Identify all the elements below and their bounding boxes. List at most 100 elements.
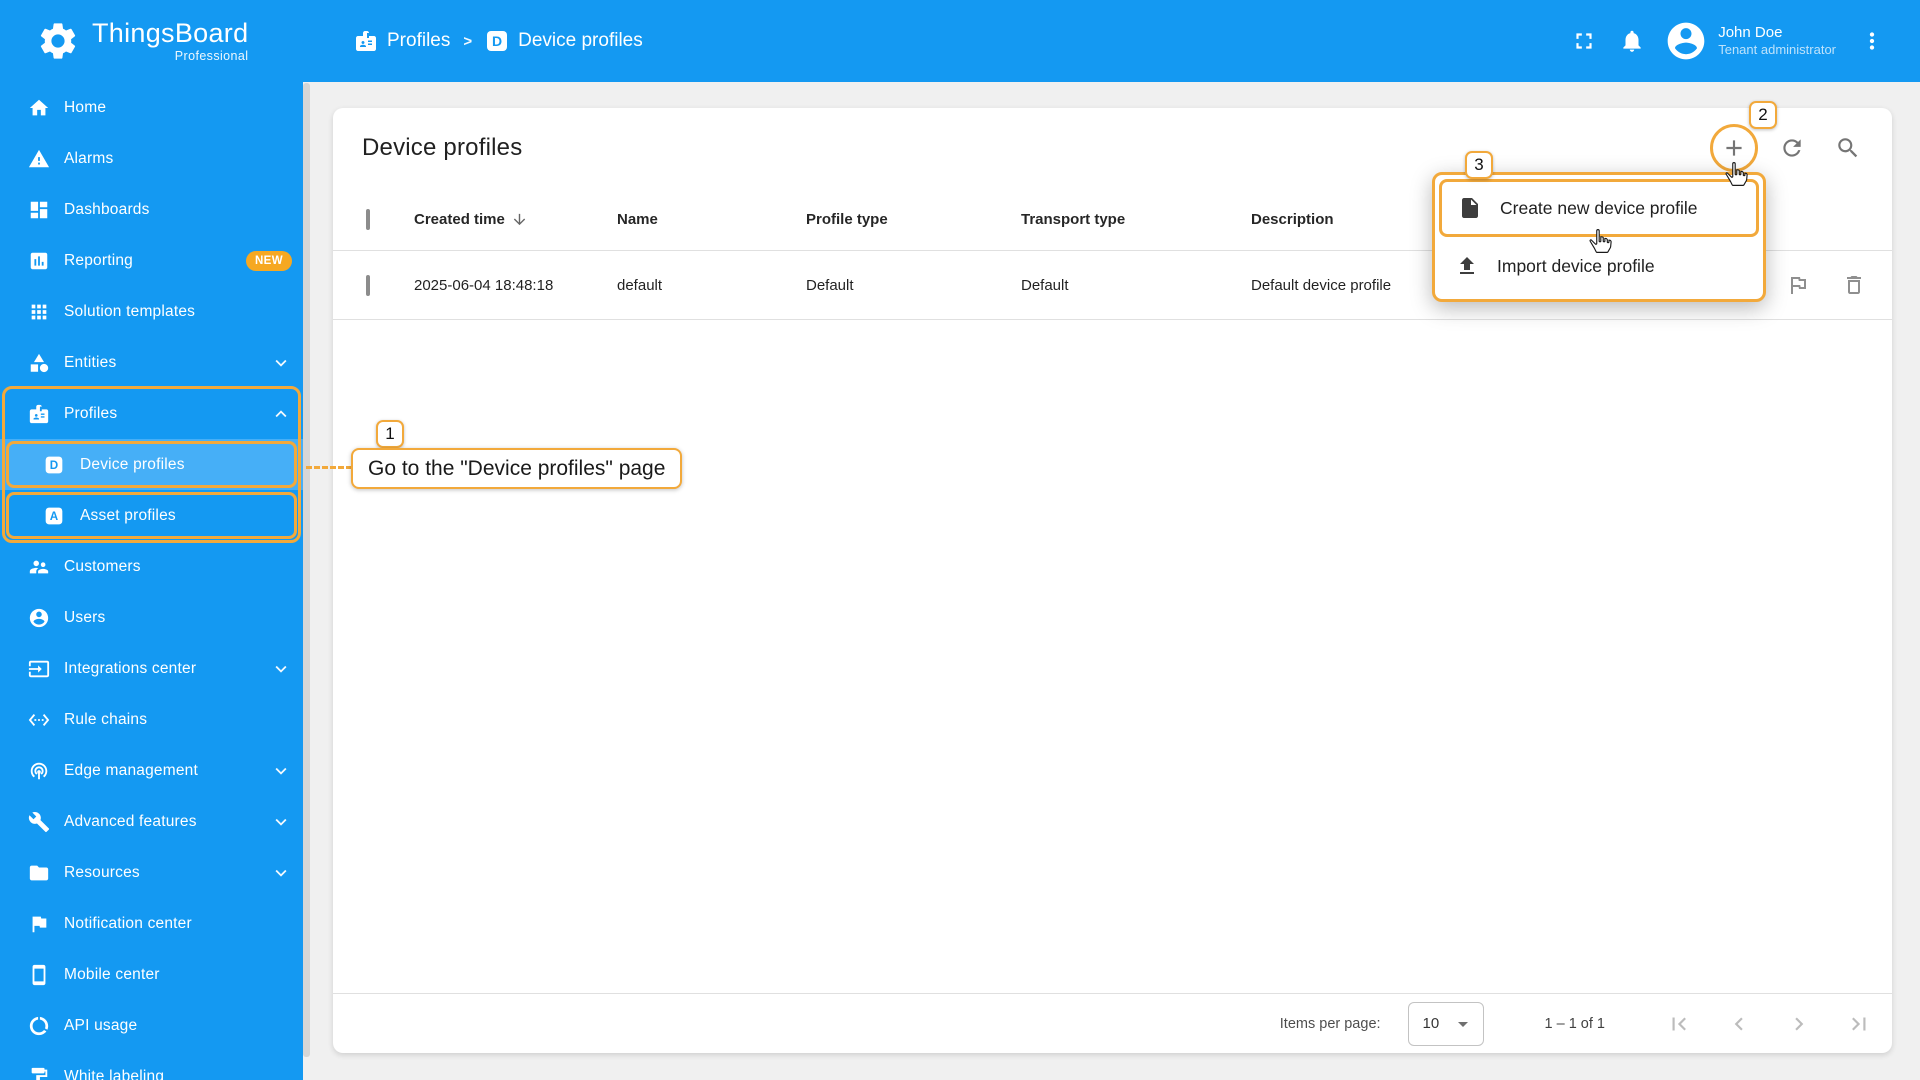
sidebar-item-label: Reporting: [64, 251, 134, 269]
items-per-page-label: Items per page:: [1279, 1015, 1381, 1032]
previous-page-button[interactable]: [1715, 1000, 1763, 1048]
column-created-time[interactable]: Created time: [414, 211, 617, 228]
sidebar-item-asset-profiles[interactable]: A Asset profiles: [0, 490, 310, 541]
thingsboard-gear-logo-icon: [36, 19, 80, 63]
sidebar-item-integrations-center[interactable]: Integrations center: [0, 643, 310, 694]
header-actions: John Doe Tenant administrator: [1560, 17, 1920, 65]
user-avatar[interactable]: [1664, 19, 1708, 63]
column-name[interactable]: Name: [617, 211, 806, 228]
breadcrumb-profiles[interactable]: Profiles: [354, 29, 450, 53]
sidebar-item-users[interactable]: Users: [0, 592, 310, 643]
sidebar-item-resources[interactable]: Resources: [0, 847, 310, 898]
items-per-page-select[interactable]: 10: [1407, 1001, 1484, 1046]
sidebar-scrollbar-thumb[interactable]: [303, 83, 310, 1057]
sidebar: Home Alarms Dashboards Reporting NEW Sol…: [0, 82, 310, 1080]
cell-transport-type: Default: [1021, 276, 1069, 294]
sidebar-item-profiles[interactable]: Profiles: [0, 388, 310, 439]
first-page-button[interactable]: [1655, 1000, 1703, 1048]
chevron-down-icon: [270, 760, 292, 782]
white-labeling-icon: [28, 1066, 50, 1080]
last-page-button[interactable]: [1835, 1000, 1883, 1048]
search-button[interactable]: [1826, 126, 1870, 170]
select-all-checkbox[interactable]: [366, 208, 370, 230]
sidebar-item-white-labeling[interactable]: White labeling: [0, 1051, 310, 1080]
pagination-bar: Items per page: 10 1 – 1 of 1: [333, 993, 1892, 1053]
sidebar-item-mobile-center[interactable]: Mobile center: [0, 949, 310, 1000]
sidebar-item-dashboards[interactable]: Dashboards: [0, 184, 310, 235]
sort-desc-arrow-icon: [511, 211, 528, 228]
chevron-up-icon: [270, 403, 292, 425]
column-transport-type[interactable]: Transport type: [1021, 211, 1251, 228]
sidebar-item-label: Mobile center: [64, 965, 160, 983]
delete-row-button[interactable]: [1842, 273, 1866, 297]
home-icon: [28, 97, 50, 119]
trash-icon: [1842, 273, 1866, 297]
sidebar-item-edge-management[interactable]: Edge management: [0, 745, 310, 796]
sidebar-item-home[interactable]: Home: [0, 82, 310, 133]
step-2-badge: 2: [1749, 101, 1777, 129]
sidebar-item-label: Customers: [64, 557, 141, 575]
page-title: Device profiles: [362, 134, 523, 161]
annotation-connector-line: [306, 466, 352, 469]
user-role: Tenant administrator: [1718, 42, 1836, 58]
sidebar-item-customers[interactable]: Customers: [0, 541, 310, 592]
sidebar-item-rule-chains[interactable]: Rule chains: [0, 694, 310, 745]
sidebar-item-reporting[interactable]: Reporting NEW: [0, 235, 310, 286]
column-label: Profile type: [806, 210, 888, 228]
breadcrumb-profiles-label: Profiles: [387, 30, 451, 51]
menu-item-label: Create new device profile: [1500, 197, 1698, 218]
row-checkbox[interactable]: [366, 274, 370, 296]
row-actions: [1762, 273, 1892, 297]
device-profile-icon: D: [44, 455, 64, 475]
sidebar-item-label: Alarms: [64, 149, 114, 167]
notifications-button[interactable]: [1608, 17, 1656, 65]
last-page-icon: [1846, 1011, 1872, 1037]
sidebar-item-alarms[interactable]: Alarms: [0, 133, 310, 184]
kebab-menu-icon: [1859, 28, 1885, 54]
add-device-profile-button[interactable]: [1715, 129, 1753, 167]
users-icon: [28, 607, 50, 629]
top-header: ThingsBoard Professional Profiles > D De…: [0, 0, 1920, 82]
sidebar-item-label: Rule chains: [64, 710, 148, 728]
page-range-label: 1 – 1 of 1: [1544, 1015, 1605, 1032]
chevron-down-icon: [270, 352, 292, 374]
svg-text:D: D: [50, 459, 59, 472]
search-icon: [1835, 135, 1861, 161]
header-more-button[interactable]: [1848, 17, 1896, 65]
sidebar-item-label: Users: [64, 608, 106, 626]
menu-item-create-new-device-profile[interactable]: Create new device profile: [1439, 179, 1759, 237]
sidebar-item-device-profiles[interactable]: D Device profiles: [0, 439, 310, 490]
advanced-features-icon: [28, 811, 50, 833]
sidebar-item-solution-templates[interactable]: Solution templates: [0, 286, 310, 337]
sidebar-item-label: API usage: [64, 1016, 138, 1034]
integrations-icon: [28, 658, 50, 680]
sidebar-item-label: Edge management: [64, 761, 198, 779]
set-default-flag-button[interactable]: [1786, 273, 1810, 297]
sidebar-scrollbar[interactable]: [303, 82, 310, 1080]
next-page-button[interactable]: [1775, 1000, 1823, 1048]
sidebar-item-label: Asset profiles: [80, 506, 176, 524]
fullscreen-button[interactable]: [1560, 17, 1608, 65]
sidebar-item-label: Integrations center: [64, 659, 197, 677]
add-profile-dropdown-menu: Create new device profile Import device …: [1432, 172, 1766, 302]
chevron-down-icon: [270, 811, 292, 833]
sidebar-item-notification-center[interactable]: Notification center: [0, 898, 310, 949]
brand-logo[interactable]: ThingsBoard Professional: [0, 19, 310, 63]
sidebar-item-advanced-features[interactable]: Advanced features: [0, 796, 310, 847]
profiles-icon: [354, 29, 378, 53]
items-per-page-value: 10: [1422, 1015, 1440, 1032]
column-profile-type[interactable]: Profile type: [806, 211, 1021, 228]
sidebar-item-entities[interactable]: Entities: [0, 337, 310, 388]
bell-icon: [1619, 28, 1645, 54]
svg-text:D: D: [492, 33, 502, 49]
sidebar-item-label: Entities: [64, 353, 117, 371]
upload-icon: [1455, 254, 1479, 278]
sidebar-item-api-usage[interactable]: API usage: [0, 1000, 310, 1051]
asset-profile-icon: A: [44, 506, 64, 526]
refresh-button[interactable]: [1770, 126, 1814, 170]
menu-item-import-device-profile[interactable]: Import device profile: [1439, 237, 1759, 295]
breadcrumb-device-profiles: D Device profiles: [485, 29, 643, 53]
sidebar-item-label: Notification center: [64, 914, 192, 932]
reporting-icon: [28, 250, 50, 272]
entities-icon: [28, 352, 50, 374]
